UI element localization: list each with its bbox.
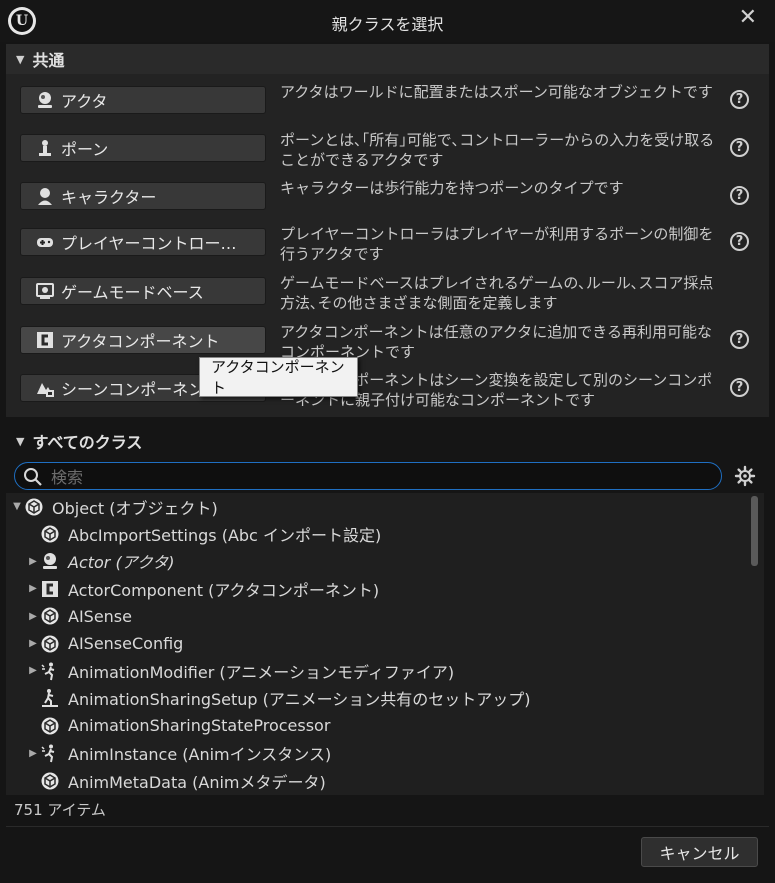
help-icon[interactable]: ? — [730, 378, 749, 397]
common-class-row: ポーン ポーンとは､｢所有｣可能で､コントローラーからの入力を受け取ることができる… — [6, 131, 769, 180]
common-class-row: ゲームモードベース ゲームモードベースはプレイされるゲームの､ルール､スコア採点方… — [6, 274, 769, 323]
class-button-label: アクタ — [61, 92, 108, 111]
expand-arrow-right-icon[interactable]: ▶ — [26, 748, 40, 759]
help-icon[interactable]: ? — [730, 186, 749, 205]
component-icon — [35, 330, 55, 350]
tree-row[interactable]: AnimMetaData (Animメタデータ) — [6, 767, 764, 794]
cube-icon — [40, 606, 60, 626]
close-button[interactable]: ✕ — [739, 5, 757, 30]
cube-icon — [24, 497, 44, 517]
common-class-row: アクタ アクタはワールドに配置またはスポーン可能なオブジェクトです? — [6, 83, 769, 132]
anim-modifier-icon — [40, 743, 60, 763]
expand-arrow-right-icon[interactable]: ▶ — [26, 611, 40, 622]
class-select-button[interactable]: アクタコンポーネント — [20, 326, 266, 354]
class-select-button[interactable]: ゲームモードベース — [20, 277, 266, 305]
tree-row[interactable]: AnimationSharingSetup (アニメーション共有のセットアップ) — [6, 685, 764, 712]
tree-row[interactable]: ▶ AISenseConfig — [6, 630, 764, 657]
class-description: ポーンとは､｢所有｣可能で､コントローラーからの入力を受け取ることができるアクタ… — [280, 131, 715, 169]
anim-modifier-icon — [40, 661, 60, 681]
gear-icon[interactable] — [734, 465, 756, 491]
tree-row-label: AISenseConfig — [68, 634, 184, 653]
tree-row[interactable]: ▶ ActorComponent (アクタコンポーネント) — [6, 575, 764, 602]
tree-row-label: Actor (アクタ) — [68, 553, 175, 573]
help-icon[interactable]: ? — [730, 330, 749, 349]
collapse-triangle-icon: ▼ — [16, 52, 25, 66]
help-icon[interactable]: ? — [730, 90, 749, 109]
cube-icon — [40, 524, 60, 544]
tree-row[interactable]: ▶ AISense — [6, 603, 764, 630]
common-class-row: プレイヤーコントロー… プレイヤーコントローラはプレイヤーが利用するポーンの制御を… — [6, 225, 769, 274]
divider — [6, 826, 769, 827]
cancel-button[interactable]: キャンセル — [641, 837, 758, 867]
title-bar: U 親クラスを選択 ✕ — [0, 0, 775, 42]
actor-icon — [35, 90, 55, 110]
window-title: 親クラスを選択 — [331, 15, 444, 34]
character-icon — [35, 186, 55, 206]
tree-row[interactable]: ▶ AnimInstance (Animインスタンス) — [6, 740, 764, 767]
expand-arrow-right-icon[interactable]: ▶ — [26, 556, 40, 567]
scene-component-icon — [35, 378, 55, 398]
class-button-label: アクタコンポーネント — [61, 332, 220, 351]
help-icon[interactable]: ? — [730, 232, 749, 251]
cube-icon — [40, 716, 60, 736]
tree-row[interactable]: ▶ Actor (アクタ) — [6, 548, 764, 575]
class-button-label: シーンコンポーネント — [61, 380, 221, 399]
actor-icon — [40, 551, 60, 571]
expand-arrow-down-icon[interactable]: ▼ — [10, 501, 24, 512]
help-icon[interactable]: ? — [730, 138, 749, 157]
common-classes-panel: アクタ アクタはワールドに配置またはスポーン可能なオブジェクトです? ポーン ポーンと… — [6, 74, 769, 417]
search-row — [14, 462, 764, 492]
class-description: キャラクターは歩行能力を持つポーンのタイプです — [280, 179, 624, 197]
search-input[interactable] — [49, 466, 713, 488]
common-class-row: キャラクター キャラクターは歩行能力を持つポーンのタイプです? — [6, 179, 769, 228]
class-description: アクタはワールドに配置またはスポーン可能なオブジェクトです — [280, 83, 713, 101]
tree-row-label: Object (オブジェクト) — [52, 498, 218, 518]
tree-row-label: ActorComponent (アクタコンポーネント) — [68, 580, 380, 600]
tree-row-label: AnimationSharingSetup (アニメーション共有のセットアップ) — [68, 690, 531, 710]
component-icon — [40, 579, 60, 599]
class-select-button[interactable]: アクタ — [20, 86, 266, 114]
common-class-row: アクタコンポーネント アクタコンポーネントは任意のアクタに追加できる再利用可能なコ… — [6, 323, 769, 372]
class-select-button[interactable]: プレイヤーコントロー… — [20, 228, 266, 256]
tree-row[interactable]: ▶ AnimationModifier (アニメーションモディファイア) — [6, 657, 764, 684]
gamemode-icon — [35, 281, 55, 301]
class-description: ゲームモードベースはプレイされるゲームの､ルール､スコア採点方法､その他さまざま… — [280, 274, 714, 312]
tree-row[interactable]: AbcImportSettings (Abc インポート設定) — [6, 520, 764, 547]
item-count: 751 アイテム — [14, 801, 106, 819]
anim-sharing-icon — [40, 688, 60, 708]
common-section-header[interactable]: ▼ 共通 — [6, 44, 769, 74]
common-section-label: 共通 — [32, 51, 65, 70]
class-button-label: ゲームモードベース — [61, 283, 204, 302]
tree-row[interactable]: ▼ Object (オブジェクト) — [6, 493, 750, 520]
expand-arrow-right-icon[interactable]: ▶ — [26, 638, 40, 649]
cube-icon — [40, 771, 60, 791]
tree-row-label: AnimationSharingStateProcessor — [68, 716, 331, 736]
tooltip: アクタコンポーネント — [199, 357, 358, 397]
tree-row-label: AnimMetaData (Animメタデータ) — [68, 772, 326, 792]
gamepad-icon — [35, 232, 55, 252]
tree-row[interactable]: AnimationSharingStateProcessor — [6, 712, 764, 739]
search-box[interactable] — [14, 462, 722, 490]
expand-arrow-right-icon[interactable]: ▶ — [26, 583, 40, 594]
class-select-button[interactable]: キャラクター — [20, 182, 266, 210]
expand-arrow-right-icon[interactable]: ▶ — [26, 665, 40, 676]
class-description: プレイヤーコントローラはプレイヤーが利用するポーンの制御を行うアクタです — [280, 225, 714, 263]
all-classes-section-header[interactable]: ▼ すべてのクラス — [6, 426, 769, 456]
tree-row-label: AISense — [68, 606, 132, 626]
pawn-icon — [35, 138, 55, 158]
search-icon — [23, 467, 43, 491]
tree-row-label: AnimationModifier (アニメーションモディファイア) — [68, 662, 455, 682]
class-button-label: キャラクター — [61, 188, 157, 207]
tree-row-label: AnimInstance (Animインスタンス) — [68, 745, 332, 765]
tree-row-label: AbcImportSettings (Abc インポート設定) — [68, 525, 382, 545]
all-classes-section-label: すべてのクラス — [32, 433, 143, 452]
common-class-row: シーンコンポーネント シーンコンポーネントはシーン変換を設定して別のシーンコンポー… — [6, 371, 769, 420]
class-select-button[interactable]: ポーン — [20, 134, 266, 162]
class-button-label: プレイヤーコントロー… — [61, 234, 237, 253]
class-button-label: ポーン — [61, 140, 109, 159]
class-tree[interactable]: ▼ Object (オブジェクト) AbcImportSettings (Abc イ… — [6, 493, 764, 795]
collapse-triangle-icon: ▼ — [16, 434, 25, 448]
cube-icon — [40, 634, 60, 654]
